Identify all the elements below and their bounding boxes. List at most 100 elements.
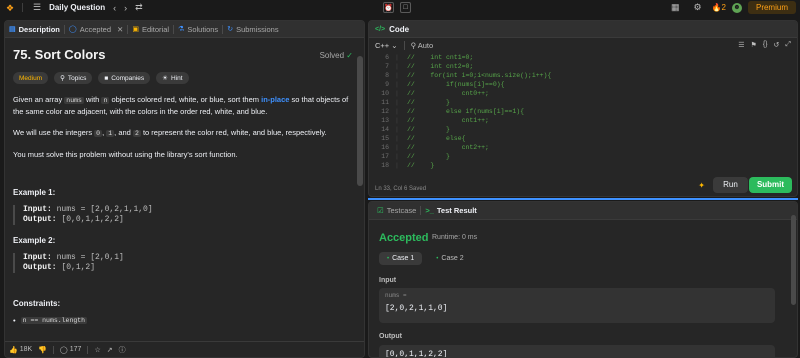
problem-list-icon[interactable]: ☰ — [33, 2, 41, 13]
input-name: nums = — [385, 292, 407, 299]
braces-icon[interactable]: {} — [763, 41, 768, 49]
problem-description: 75. Sort Colors Solved ✓ Medium ⚲ Topics … — [13, 47, 353, 325]
example-2-title: Example 2: — [13, 236, 56, 245]
topics-chip[interactable]: ⚲ Topics — [54, 72, 93, 84]
tab-test-result[interactable]: >_ Test Result — [421, 206, 480, 215]
streak-fire-icon[interactable]: 🔥2 — [712, 3, 726, 12]
description-tabs: ▤ Description ◯ Accepted ✕ ▣ Editorial ⚗ Solu… — [5, 21, 364, 38]
description-scrollbar[interactable] — [357, 56, 363, 186]
lock-icon: ■ — [104, 74, 109, 82]
pass-dot-icon: • — [436, 255, 439, 262]
line-number: 8 — [385, 72, 389, 79]
submit-button[interactable]: Submit — [749, 177, 792, 193]
language-select[interactable]: C++ ⌄ — [375, 41, 398, 50]
text: objects colored red, white, or blue, sor… — [111, 95, 260, 104]
panel-resize-handle[interactable] — [368, 198, 798, 200]
layout-grid-icon[interactable]: ▦ — [671, 2, 680, 13]
close-tab-icon[interactable]: ✕ — [117, 25, 123, 34]
code-source[interactable]: // int cnt1=0; // int cnt2=0; // for(int i… — [407, 53, 551, 170]
code-line: // else{ — [407, 135, 466, 142]
inline-code: 2 — [132, 130, 141, 137]
leetcode-logo-icon[interactable]: ❖ — [6, 3, 16, 13]
expand-icon[interactable]: ⤢ — [785, 41, 791, 49]
constraints-title: Constraints: — [13, 299, 61, 308]
editor-toolbar: C++ ⌄ ⚲ Auto — [369, 38, 797, 52]
next-problem-icon[interactable]: › — [124, 3, 127, 13]
code-editor[interactable]: 6 7 8 9 10 11 12 13 14 15 16 17 18 | | | | | | | | | | | | | // … — [369, 53, 797, 183]
code-line: // int cnt1=0; — [407, 54, 474, 61]
companies-chip[interactable]: ■ Companies — [98, 72, 151, 84]
help-icon[interactable]: ⓘ — [119, 345, 126, 355]
bookmark-icon[interactable]: ⚑ — [751, 41, 757, 49]
notes-icon[interactable]: □ — [400, 2, 411, 13]
case-2-tab[interactable]: • Case 2 — [428, 252, 471, 265]
timer-icon[interactable]: ⏰ — [383, 2, 394, 13]
tab-label: Submissions — [236, 24, 279, 34]
chip-label: Topics — [67, 74, 87, 82]
favorite-star-icon[interactable]: ☆ — [94, 346, 100, 354]
tab-description[interactable]: ▤ Description — [5, 25, 64, 34]
tab-submissions[interactable]: ↻ Submissions — [223, 25, 282, 34]
daily-question-link[interactable]: Daily Question — [49, 3, 105, 12]
code-line: // cnt1++; — [407, 117, 489, 124]
runtime-label: Runtime: 0 ms — [432, 234, 478, 241]
text: to represent the color red, white, and b… — [142, 128, 327, 137]
test-scrollbar[interactable] — [791, 215, 796, 305]
like-button[interactable]: 👍 18K — [9, 346, 32, 354]
comments-button[interactable]: ◯ 177 — [60, 346, 82, 354]
inline-code: 1 — [106, 130, 115, 137]
output-label: Output: — [23, 263, 57, 272]
auto-mode-toggle[interactable]: ⚲ Auto — [411, 41, 434, 50]
top-bar: ❖ ☰ Daily Question ‹ › ⇄ ⏰ □ ▦ ⚙ 🔥2 ☻ Pr… — [0, 0, 800, 15]
tab-testcase[interactable]: ☑ Testcase — [373, 206, 420, 215]
format-icon[interactable]: ☰ — [738, 41, 744, 49]
editorial-book-icon: ▣ — [132, 26, 139, 33]
output-box: [0,0,1,1,2,2] — [379, 345, 775, 357]
shuffle-icon[interactable]: ⇄ — [135, 2, 143, 13]
chip-label: Companies — [111, 74, 145, 82]
tab-label: Description — [18, 24, 60, 34]
chevron-down-icon: ⌄ — [391, 40, 398, 50]
reset-icon[interactable]: ↺ — [774, 41, 780, 49]
avatar[interactable]: ☻ — [731, 2, 742, 13]
problem-statement: Given an array nums with n objects color… — [13, 94, 353, 117]
tab-solutions[interactable]: ⚗ Solutions — [174, 25, 222, 34]
description-panel: ▤ Description ◯ Accepted ✕ ▣ Editorial ⚗ Solu… — [4, 20, 365, 358]
premium-button[interactable]: Premium — [747, 1, 796, 14]
bullet-icon: • — [13, 316, 16, 325]
constraint-note: You must solve this problem without usin… — [13, 150, 238, 159]
line-number: 11 — [381, 99, 389, 106]
description-icon: ▤ — [9, 26, 16, 33]
tab-editorial[interactable]: ▣ Editorial — [128, 25, 173, 34]
solved-label: Solved — [319, 51, 345, 60]
constraint-item: • n == nums.length — [13, 316, 353, 325]
lightbulb-icon: ☀ — [162, 75, 168, 82]
share-icon[interactable]: ↗ — [107, 346, 113, 354]
hint-chip[interactable]: ☀ Hint — [156, 72, 189, 84]
line-number: 9 — [385, 81, 389, 88]
prev-problem-icon[interactable]: ‹ — [113, 3, 116, 13]
sparkle-icon[interactable]: ✦ — [698, 181, 705, 190]
text: We will use the integers — [13, 128, 93, 137]
input-label: Input — [379, 277, 397, 284]
run-button[interactable]: Run — [713, 177, 748, 193]
code-line: // for(int i=0;i<nums.size();i++){ — [407, 72, 552, 79]
line-number: 15 — [381, 135, 389, 142]
problem-tags: Medium ⚲ Topics ■ Companies ☀ Hint — [13, 72, 353, 84]
thumbs-down-icon: 👎 — [38, 346, 47, 354]
language-label: C++ — [375, 40, 390, 50]
line-number: 14 — [381, 126, 389, 133]
tab-accepted[interactable]: ◯ Accepted ✕ — [65, 25, 127, 34]
case-1-tab[interactable]: • Case 1 — [379, 252, 423, 265]
settings-gear-icon[interactable]: ⚙ — [693, 2, 701, 13]
divider — [403, 40, 405, 50]
line-number: 10 — [381, 90, 389, 97]
comment-icon: ◯ — [59, 346, 68, 354]
dislike-button[interactable]: 👎 — [38, 346, 47, 354]
tab-label: Editorial — [141, 24, 170, 34]
streak-count: 2 — [721, 3, 726, 12]
in-place-link[interactable]: in-place — [261, 95, 289, 104]
problem-title[interactable]: 75. Sort Colors — [13, 47, 353, 62]
test-panel: ☑ Testcase >_ Test Result Accepted Runtime… — [368, 201, 798, 358]
case-tabs: • Case 1 • Case 2 — [379, 252, 472, 265]
